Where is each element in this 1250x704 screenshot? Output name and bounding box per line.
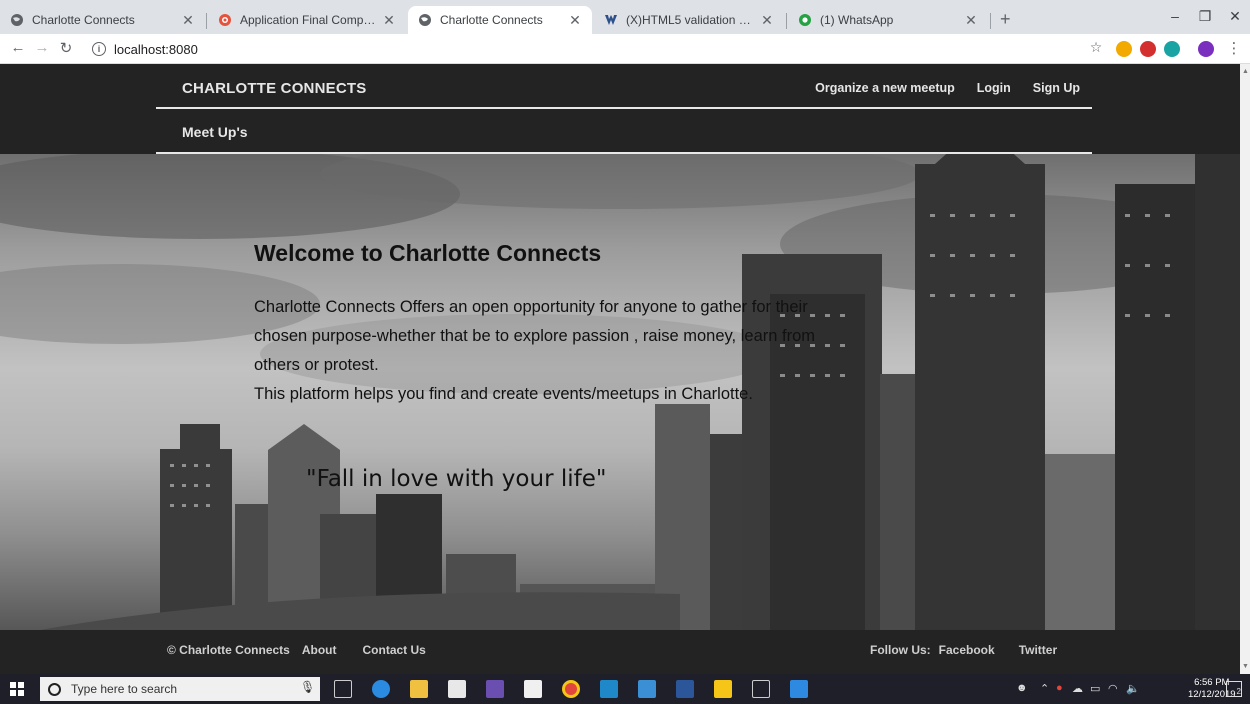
task-view-icon[interactable] — [334, 680, 352, 698]
action-center-icon[interactable]: 2 — [1226, 681, 1242, 697]
window-app-icon[interactable] — [752, 680, 770, 698]
browser-tab-strip: Charlotte Connects ✕ Application Final C… — [0, 0, 1250, 34]
browser-toolbar: ← → ↻ i localhost:8080 ☆ ⋮ — [0, 34, 1250, 64]
forward-arrow-icon[interactable]: → — [32, 39, 52, 56]
page-viewport: CHARLOTTE CONNECTS Organize a new meetup… — [0, 64, 1240, 674]
minimize-icon[interactable]: – — [1160, 8, 1190, 24]
edge-browser-icon[interactable] — [372, 680, 390, 698]
browser-tab-validation-results[interactable]: (X)HTML5 validation results ✕ — [594, 6, 784, 34]
login-link[interactable]: Login — [977, 81, 1011, 95]
validator-icon — [604, 13, 618, 27]
sticky-notes-icon[interactable] — [714, 680, 732, 698]
reload-icon[interactable]: ↻ — [56, 39, 76, 57]
hero-title: Welcome to Charlotte Connects — [254, 240, 602, 266]
browser-tab-charlotte-connects-1[interactable]: Charlotte Connects ✕ — [0, 6, 205, 34]
cortana-icon — [48, 682, 61, 696]
hero-description: Charlotte Connects Offers an open opport… — [254, 293, 974, 409]
info-icon[interactable]: i — [92, 42, 106, 56]
header-divider — [156, 107, 1092, 109]
tab-separator — [206, 13, 207, 29]
page-scrollbar[interactable]: ▲ ▼ — [1240, 64, 1250, 674]
whatsapp-icon — [798, 13, 812, 27]
paint-app-icon[interactable] — [638, 680, 656, 698]
globe-icon — [10, 13, 24, 27]
tab-title: (1) WhatsApp — [820, 13, 894, 27]
bookmark-star-icon[interactable]: ☆ — [1086, 39, 1106, 56]
scroll-up-icon[interactable]: ▲ — [1242, 68, 1249, 75]
browser-tab-whatsapp[interactable]: (1) WhatsApp ✕ — [788, 6, 988, 34]
tab-close-icon[interactable]: ✕ — [382, 12, 396, 29]
follow-us-label: Follow Us: — [870, 643, 931, 657]
extension-chat-icon[interactable] — [1164, 41, 1180, 57]
browser-tab-charlotte-connects-active[interactable]: Charlotte Connects ✕ — [408, 6, 592, 34]
tab-close-icon[interactable]: ✕ — [964, 12, 978, 29]
back-arrow-icon[interactable]: ← — [8, 39, 28, 56]
lifebuoy-icon — [218, 13, 232, 27]
profile-avatar-icon[interactable] — [1198, 41, 1214, 57]
media-app-icon[interactable] — [486, 680, 504, 698]
hero-content: Welcome to Charlotte Connects Charlotte … — [254, 240, 974, 409]
twitter-link[interactable]: Twitter — [1019, 643, 1057, 657]
chrome-icon[interactable] — [562, 680, 580, 698]
url-text: localhost:8080 — [114, 41, 198, 57]
tab-close-icon[interactable]: ✕ — [568, 12, 582, 29]
tab-title: Charlotte Connects — [440, 13, 543, 27]
scroll-down-icon[interactable]: ▼ — [1242, 663, 1249, 670]
windows-start-icon[interactable] — [10, 682, 24, 696]
footer-social-links: Follow Us: Facebook Twitter — [870, 643, 1073, 657]
site-brand[interactable]: CHARLOTTE CONNECTS — [182, 80, 366, 97]
store-icon[interactable] — [448, 680, 466, 698]
file-explorer-icon[interactable] — [410, 680, 428, 698]
extension-honey-icon[interactable] — [1116, 41, 1132, 57]
hero-quote: "Fall in love with your life" — [306, 466, 607, 492]
tab-title: Application Final Component: 20 — [240, 13, 376, 27]
footer-left-links: © Charlotte Connects About Contact Us — [167, 643, 452, 657]
tab-title: (X)HTML5 validation results — [626, 13, 754, 27]
antivirus-tray-icon[interactable]: ● — [1056, 682, 1063, 694]
hero-description-line: chosen purpose-whether that be to explor… — [254, 327, 815, 345]
taskbar-search-input[interactable]: Type here to search — [40, 677, 320, 701]
people-icon[interactable]: ☻ — [1016, 682, 1028, 694]
organize-meetup-link[interactable]: Organize a new meetup — [815, 81, 955, 95]
onedrive-icon[interactable]: ☁ — [1072, 682, 1083, 695]
address-bar[interactable]: i localhost:8080 — [92, 38, 1092, 60]
vscode-icon[interactable] — [790, 680, 808, 698]
globe-icon — [418, 13, 432, 27]
contact-us-link[interactable]: Contact Us — [363, 643, 426, 657]
taskbar-search-placeholder: Type here to search — [71, 682, 178, 696]
facebook-link[interactable]: Facebook — [939, 643, 995, 657]
maximize-icon[interactable]: ❐ — [1190, 8, 1220, 25]
wifi-icon[interactable]: ◠ — [1108, 682, 1118, 695]
top-navigation: Organize a new meetup Login Sign Up — [815, 81, 1080, 95]
microphone-icon[interactable]: 🎙 — [300, 680, 315, 694]
battery-icon[interactable]: ▭ — [1090, 682, 1100, 695]
tab-separator — [786, 13, 787, 29]
hero-description-line: Charlotte Connects Offers an open opport… — [254, 298, 808, 316]
windows-taskbar: Type here to search 🎙 ☻ ⌃ ● ☁ ▭ ◠ 🔈 6:56… — [0, 674, 1250, 704]
about-link[interactable]: About — [302, 643, 337, 657]
tab-close-icon[interactable]: ✕ — [181, 12, 195, 29]
site-header: CHARLOTTE CONNECTS Organize a new meetup… — [0, 64, 1240, 154]
window-close-icon[interactable]: ✕ — [1220, 8, 1250, 25]
notification-count: 2 — [1236, 687, 1241, 696]
adblock-icon[interactable] — [1140, 41, 1156, 57]
photos-app-icon[interactable] — [600, 680, 618, 698]
hero-description-line: others or protest. — [254, 356, 379, 374]
volume-icon[interactable]: 🔈 — [1126, 682, 1140, 695]
mail-icon[interactable] — [524, 680, 542, 698]
copyright-text: © Charlotte Connects — [167, 643, 290, 657]
hero-description-line: This platform helps you find and create … — [254, 385, 753, 403]
tab-title: Charlotte Connects — [32, 13, 135, 27]
tab-close-icon[interactable]: ✕ — [760, 12, 774, 29]
word-icon[interactable] — [676, 680, 694, 698]
browser-tab-application-final[interactable]: Application Final Component: 20 ✕ — [208, 6, 406, 34]
site-footer: © Charlotte Connects About Contact Us Fo… — [0, 630, 1240, 674]
hero-section: Welcome to Charlotte Connects Charlotte … — [0, 154, 1240, 630]
new-tab-button[interactable]: + — [1000, 9, 1011, 30]
tray-chevron-up-icon[interactable]: ⌃ — [1040, 682, 1049, 695]
tab-separator — [990, 13, 991, 29]
menu-kebab-icon[interactable]: ⋮ — [1224, 39, 1244, 57]
signup-link[interactable]: Sign Up — [1033, 81, 1080, 95]
meetups-link[interactable]: Meet Up's — [182, 124, 248, 140]
